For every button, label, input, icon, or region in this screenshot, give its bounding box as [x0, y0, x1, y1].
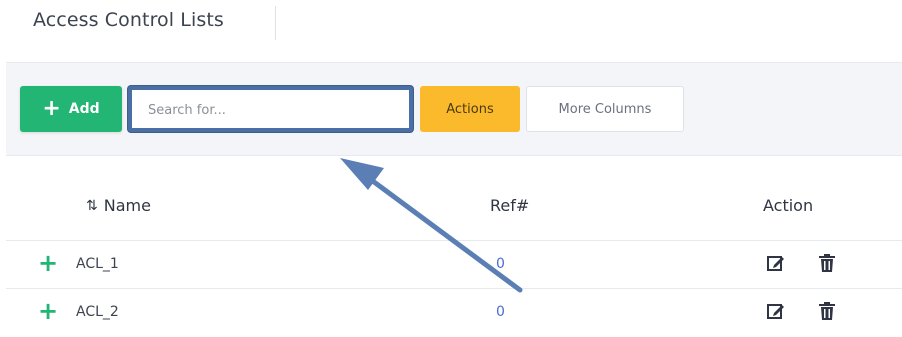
add-button-label: Add	[68, 101, 100, 117]
expand-row-plus-icon[interactable]: +	[38, 299, 58, 323]
search-input[interactable]	[146, 98, 400, 122]
expand-row-plus-icon[interactable]: +	[38, 251, 58, 275]
acl-name-cell: ACL_1	[76, 256, 119, 272]
more-columns-button[interactable]: More Columns	[526, 86, 684, 132]
plus-icon: +	[42, 96, 61, 121]
sort-icon[interactable]: ⇅	[86, 198, 98, 214]
actions-button-label: Actions	[446, 101, 494, 117]
column-header-name[interactable]: ⇅ Name	[86, 196, 151, 215]
table-row: + ACL_1 0	[6, 240, 902, 289]
title-divider	[275, 6, 276, 40]
page-header: Access Control Lists	[0, 0, 902, 52]
column-header-ref: Ref#	[490, 196, 530, 215]
acl-name-cell: ACL_2	[76, 304, 119, 320]
search-box-highlight	[128, 86, 413, 132]
column-header-name-label: Name	[103, 196, 151, 215]
trash-icon[interactable]	[818, 253, 836, 273]
add-button[interactable]: + Add	[20, 86, 122, 132]
trash-icon[interactable]	[818, 301, 836, 321]
ref-count-link[interactable]: 0	[496, 304, 505, 320]
page-title: Access Control Lists	[33, 9, 224, 31]
edit-icon[interactable]	[766, 301, 786, 321]
more-columns-button-label: More Columns	[558, 101, 652, 117]
edit-icon[interactable]	[766, 253, 786, 273]
actions-button[interactable]: Actions	[420, 86, 520, 132]
table-header: ⇅ Name Ref# Action	[6, 170, 902, 238]
ref-count-link[interactable]: 0	[496, 256, 505, 272]
table-row: + ACL_2 0	[6, 288, 902, 337]
column-header-action: Action	[763, 196, 814, 215]
